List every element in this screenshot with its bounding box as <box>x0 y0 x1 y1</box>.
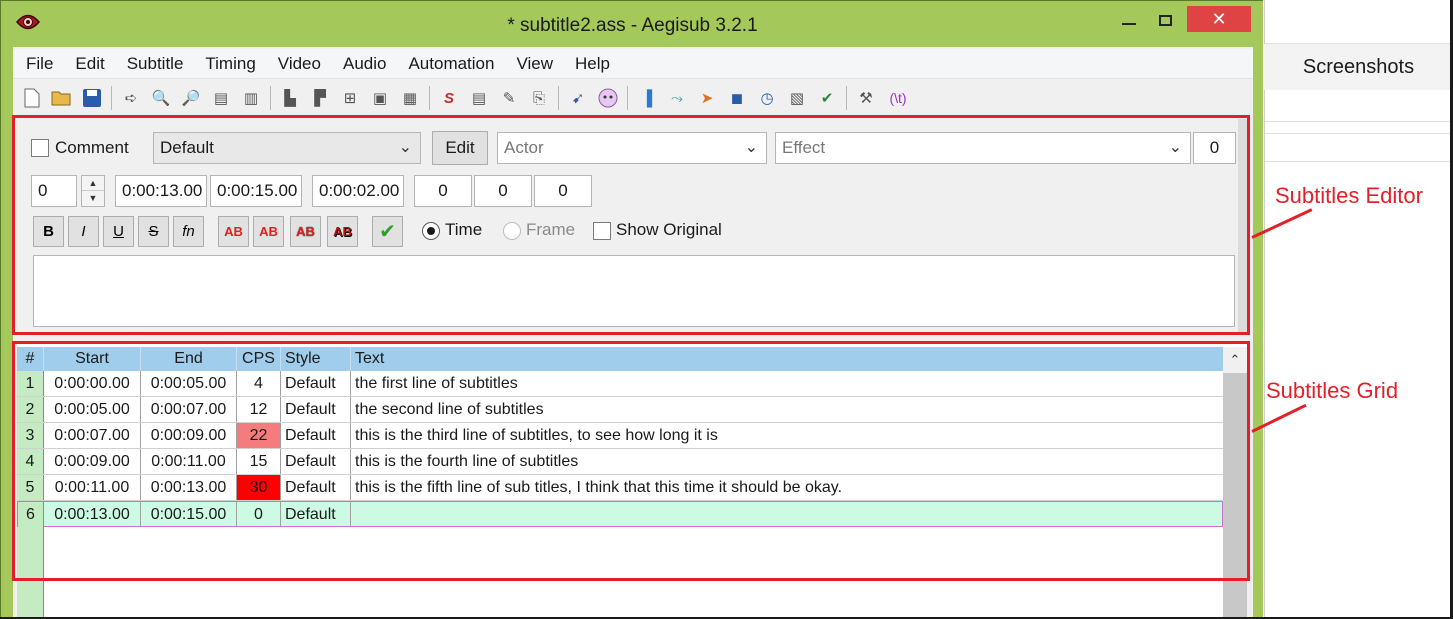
resample-icon[interactable]: ▤ <box>466 85 492 111</box>
minimize-button[interactable] <box>1111 7 1147 33</box>
styles-manager-icon[interactable]: ▙ <box>277 85 303 111</box>
close-icon: ✕ <box>1211 8 1227 29</box>
close-button[interactable]: ✕ <box>1187 6 1251 32</box>
menu-view[interactable]: View <box>503 54 562 74</box>
properties-icon[interactable]: ▦ <box>397 85 423 111</box>
toolbar: ➪ 🔍 🔎 ▤ ▥ ▙ ▛ ⊞ ▣ ▦ S ▤ ✎ ⎘ ➹ ▐ ⤳ ➤ ◼ ◷ … <box>13 81 1253 115</box>
title-bar[interactable]: * subtitle2.ass - Aegisub 3.2.1 ✕ <box>1 1 1264 45</box>
subtitles-grid-highlight <box>12 341 1250 581</box>
attachments-icon[interactable]: ⊞ <box>337 85 363 111</box>
subtitles-editor-highlight <box>12 115 1250 335</box>
find-icon[interactable]: ✎ <box>496 85 522 111</box>
subtitles-editor-annotation: Subtitles Editor <box>1275 183 1423 208</box>
toolbar-separator <box>270 86 271 110</box>
translation-assistant-icon[interactable]: ▧ <box>784 85 810 111</box>
side-panel <box>1264 0 1453 619</box>
toolbar-separator <box>558 86 559 110</box>
subtitles-grid-annotation: Subtitles Grid <box>1266 378 1399 403</box>
shift-times-icon[interactable]: ▐ <box>634 85 660 111</box>
menu-timing[interactable]: Timing <box>192 54 264 74</box>
automation-icon[interactable]: S <box>436 85 462 111</box>
timing-postprocessor-icon[interactable]: ⤳ <box>664 85 690 111</box>
zoom-out-icon[interactable]: 🔎 <box>178 85 204 111</box>
spell-check-icon[interactable]: ✔ <box>814 85 840 111</box>
maximize-icon <box>1158 14 1172 26</box>
toolbar-separator <box>111 86 112 110</box>
options-icon[interactable]: ⚒ <box>853 85 879 111</box>
snapshot-icon[interactable]: ▤ <box>208 85 234 111</box>
menu-bar: File Edit Subtitle Timing Video Audio Au… <box>13 49 1253 79</box>
jump-to-icon[interactable]: ➪ <box>118 85 144 111</box>
menu-help[interactable]: Help <box>562 54 619 74</box>
fish-icon[interactable]: ➤ <box>694 85 720 111</box>
zoom-in-icon[interactable]: 🔍 <box>148 85 174 111</box>
menu-edit[interactable]: Edit <box>62 54 113 74</box>
side-row <box>1265 122 1453 134</box>
side-row <box>1265 0 1453 44</box>
window-title: * subtitle2.ass - Aegisub 3.2.1 <box>507 15 758 36</box>
side-row <box>1265 90 1453 122</box>
square-icon[interactable]: ◼ <box>724 85 750 111</box>
new-file-icon[interactable] <box>19 85 45 111</box>
toolbar-separator <box>627 86 628 110</box>
toolbar-separator <box>846 86 847 110</box>
side-row <box>1265 134 1453 162</box>
fonts-collector-icon[interactable]: ▣ <box>367 85 393 111</box>
styles-storage-icon[interactable]: ▛ <box>307 85 333 111</box>
open-file-icon[interactable] <box>49 85 75 111</box>
screenshots-heading[interactable]: Screenshots <box>1264 44 1453 90</box>
save-icon[interactable] <box>79 85 105 111</box>
replace-icon[interactable]: ⎘ <box>526 85 552 111</box>
maximize-button[interactable] <box>1147 7 1183 33</box>
toolbar-separator <box>429 86 430 110</box>
menu-file[interactable]: File <box>13 54 62 74</box>
timer-icon[interactable]: ◷ <box>754 85 780 111</box>
page: * subtitle2.ass - Aegisub 3.2.1 ✕ File E… <box>0 0 1453 619</box>
kanji-timer-icon[interactable] <box>595 85 621 111</box>
minimize-icon <box>1122 23 1136 25</box>
script-icon[interactable]: ➹ <box>565 85 591 111</box>
menu-video[interactable]: Video <box>265 54 330 74</box>
tag-icon[interactable]: (\t) <box>883 85 913 111</box>
menu-audio[interactable]: Audio <box>330 54 395 74</box>
menu-subtitle[interactable]: Subtitle <box>114 54 193 74</box>
menu-automation[interactable]: Automation <box>395 54 503 74</box>
snapshot-copy-icon[interactable]: ▥ <box>238 85 264 111</box>
